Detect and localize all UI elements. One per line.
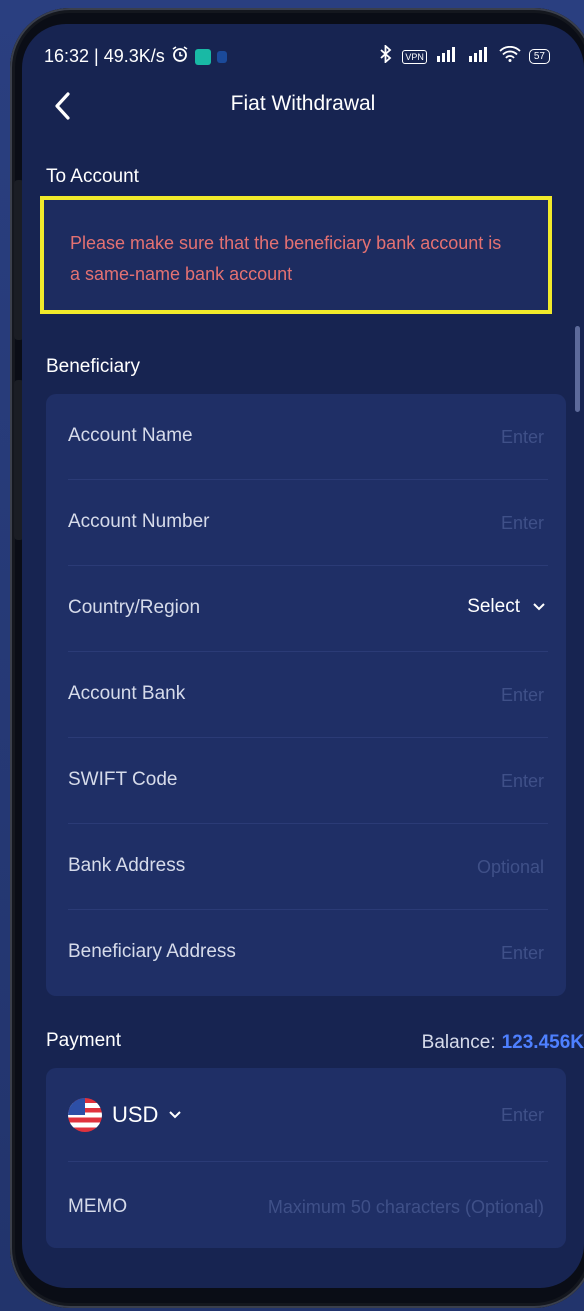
beneficiary-address-row: Beneficiary Address	[46, 910, 566, 996]
vpn-badge: VPN	[402, 49, 427, 64]
balance: Balance: 123.456K	[422, 1032, 584, 1054]
account-number-input[interactable]	[316, 512, 546, 535]
alarm-icon	[171, 45, 189, 68]
wifi-icon	[499, 45, 521, 67]
balance-label: Balance:	[421, 1032, 496, 1053]
to-account-label: To Account	[46, 166, 139, 187]
account-number-row: Account Number	[46, 480, 566, 566]
page-title: Fiat Withdrawal	[230, 92, 376, 115]
memo-input[interactable]	[206, 1196, 546, 1219]
account-bank-row: Account Bank	[46, 652, 566, 738]
battery-icon: 57	[528, 49, 550, 64]
country-region-row[interactable]: Country/Region Select	[46, 566, 566, 652]
currency-selector[interactable]: USD	[68, 1098, 182, 1132]
account-bank-input[interactable]	[316, 684, 546, 707]
swift-code-label: SWIFT Code	[68, 769, 178, 790]
beneficiary-card: Account Name Account Number Country/Regi…	[46, 394, 566, 996]
us-flag-icon	[68, 1098, 102, 1132]
beneficiary-label: Beneficiary	[46, 356, 140, 377]
account-number-label: Account Number	[68, 511, 210, 532]
country-region-label: Country/Region	[68, 597, 201, 618]
amount-input[interactable]	[316, 1104, 546, 1127]
beneficiary-address-input[interactable]	[316, 942, 546, 965]
account-name-label: Account Name	[68, 425, 193, 446]
bank-address-label: Bank Address	[68, 855, 186, 876]
account-name-input[interactable]	[316, 426, 546, 449]
status-time: 16:32 | 49.3K/s	[44, 46, 165, 66]
memo-row: MEMO	[46, 1162, 566, 1248]
app-notification-icon	[194, 48, 211, 65]
scrollbar[interactable]	[575, 326, 580, 412]
app-screen: 16:32 | 49.3K/s VPN 57 Fiat Withdrawal T…	[22, 24, 584, 1288]
account-name-row: Account Name	[46, 394, 566, 480]
currency-amount-row: USD	[46, 1068, 566, 1162]
signal-icon-2	[467, 46, 491, 67]
payment-label: Payment	[46, 1030, 121, 1051]
notice-text: Please make sure that the beneficiary ba…	[70, 233, 502, 284]
beneficiary-notice: Please make sure that the beneficiary ba…	[40, 196, 552, 314]
bluetooth-icon	[378, 43, 394, 68]
chevron-down-icon	[169, 1111, 182, 1119]
payment-card: USD MEMO	[46, 1068, 566, 1248]
bank-address-input[interactable]	[316, 856, 546, 879]
app-notification-icon-2	[216, 50, 227, 63]
signal-icon	[435, 46, 459, 67]
memo-label: MEMO	[68, 1196, 128, 1217]
bank-address-row: Bank Address	[46, 824, 566, 910]
balance-value: 123.456K	[501, 1032, 584, 1053]
beneficiary-address-label: Beneficiary Address	[68, 941, 236, 962]
nav-header: Fiat Withdrawal	[22, 86, 584, 126]
country-region-select[interactable]: Select	[467, 596, 546, 618]
currency-code: USD	[112, 1102, 159, 1127]
status-bar: 16:32 | 49.3K/s VPN 57	[22, 42, 584, 72]
chevron-down-icon	[533, 603, 545, 611]
swift-code-input[interactable]	[316, 770, 546, 793]
country-region-select-value: Select	[467, 596, 520, 617]
account-bank-label: Account Bank	[68, 683, 186, 704]
swift-code-row: SWIFT Code	[46, 738, 566, 824]
